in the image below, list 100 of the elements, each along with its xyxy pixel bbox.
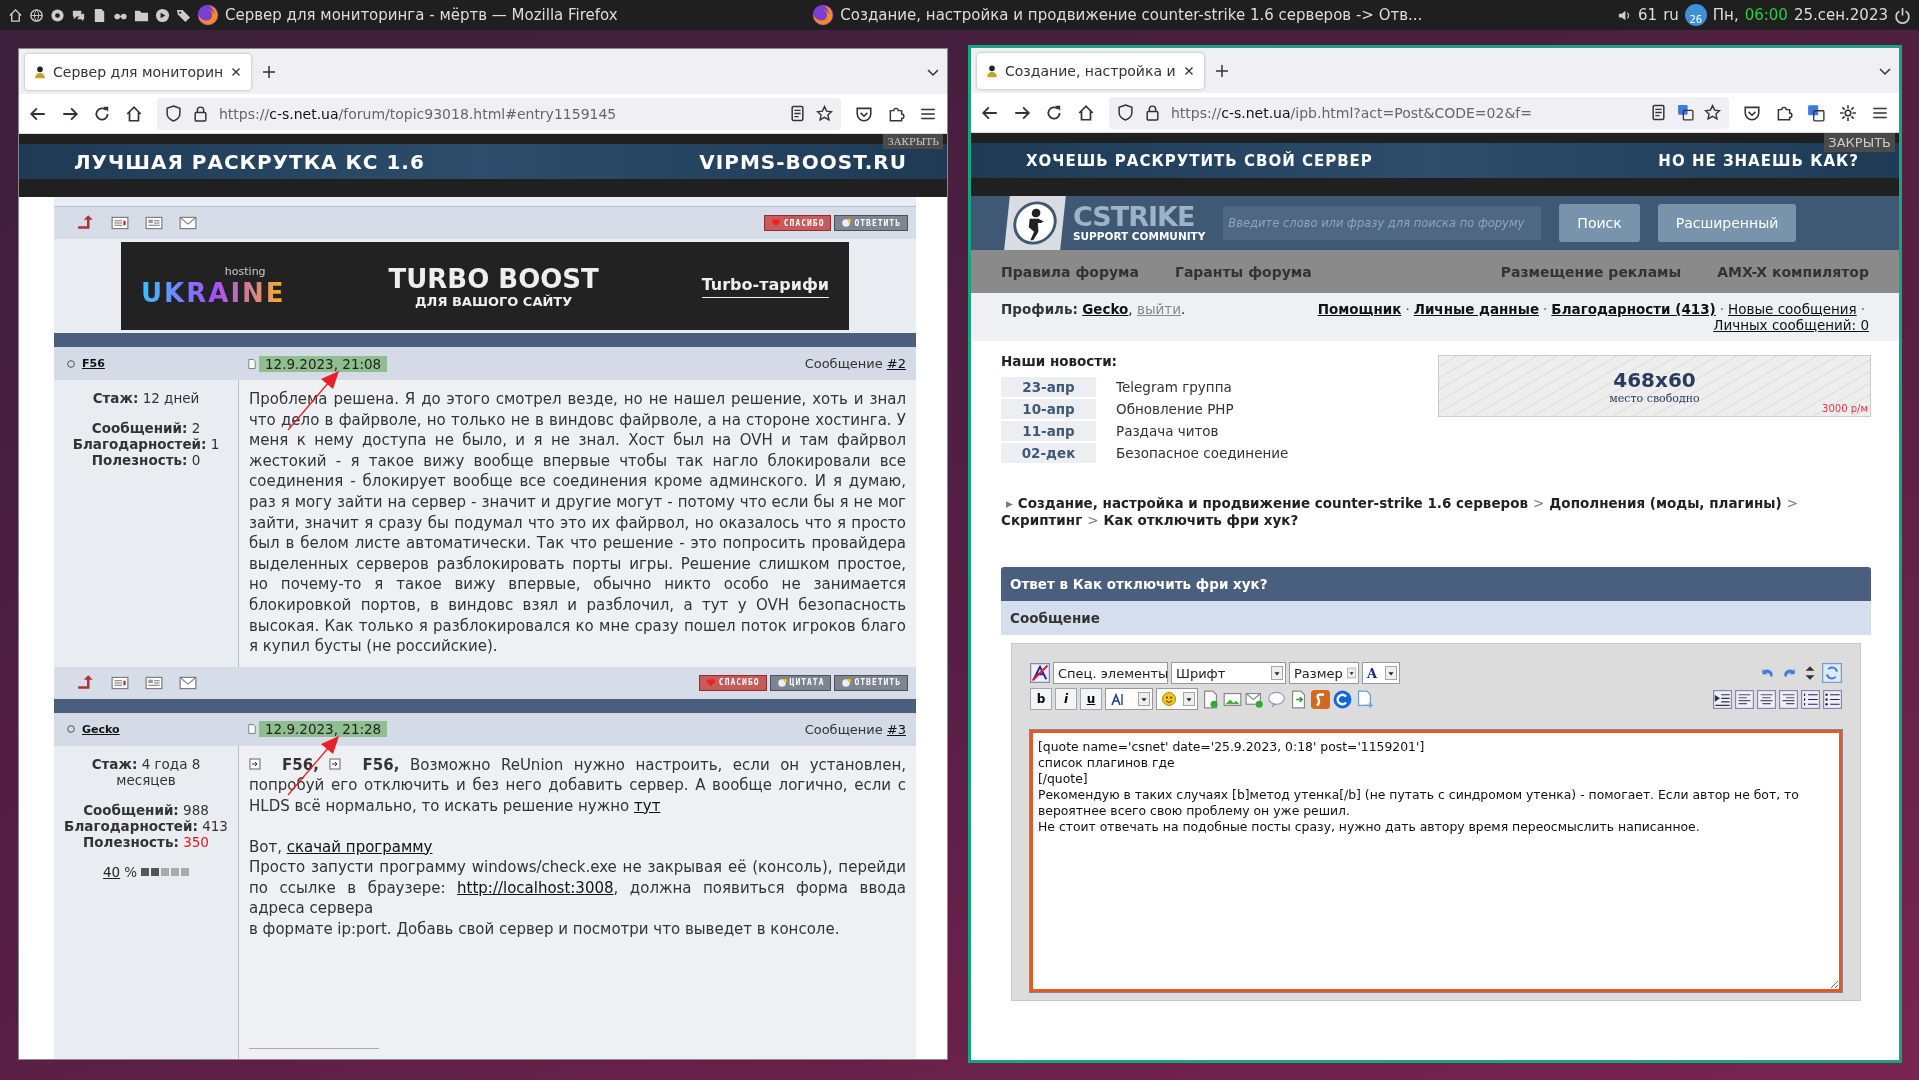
indent-icon[interactable]	[1713, 689, 1732, 709]
reload-icon[interactable]	[1045, 103, 1063, 122]
breadcrumb-link[interactable]: Создание, настройка и продвижение counter-strike 1.6 серверов	[1017, 495, 1529, 512]
file-icon[interactable]	[92, 7, 107, 23]
breadcrumb-link[interactable]: Дополнения (моды, плагины)	[1549, 495, 1782, 512]
arrow-box-icon[interactable]	[329, 757, 342, 770]
author-link[interactable]: F56	[82, 357, 105, 370]
profile-link[interactable]: Личных сообщений: 0	[1713, 317, 1869, 333]
smiley-dropdown[interactable]	[1156, 688, 1198, 710]
post-number-link[interactable]: #2	[886, 356, 906, 371]
speech-bubble-icon[interactable]	[1267, 689, 1286, 709]
news-link[interactable]: Безопасное соединение	[1096, 445, 1289, 461]
reply-button[interactable]: ОТВЕТИТЬ	[834, 674, 908, 691]
power-icon[interactable]	[1894, 6, 1911, 24]
breadcrumb-separator: >	[1087, 512, 1099, 529]
browser-icon[interactable]	[197, 4, 219, 26]
play-icon[interactable]	[155, 7, 170, 23]
nav-link[interactable]: AMX-X компилятор	[1717, 263, 1869, 280]
tag-icon[interactable]	[176, 7, 191, 23]
profile-link[interactable]: Новые сообщения	[1728, 301, 1857, 317]
address-bar[interactable]: https://c-s.net.ua/ipb.html?act=Post&CODE=02&f=	[1109, 96, 1729, 129]
news-link[interactable]: Раздача читов	[1096, 423, 1219, 439]
star-icon[interactable]	[816, 105, 833, 122]
reply-button[interactable]: ОТВЕТИТЬ	[834, 215, 908, 231]
shield-icon[interactable]	[165, 105, 182, 122]
caret-icon	[1183, 692, 1195, 706]
ad-placeholder[interactable]: 468x60 место свободно 3000 р/м	[1438, 355, 1871, 417]
arrow-box-icon[interactable]	[249, 757, 261, 770]
lock-icon[interactable]	[192, 105, 209, 122]
remove-format-icon[interactable]	[1030, 663, 1050, 683]
lock-icon[interactable]	[1144, 104, 1161, 121]
profile-link[interactable]: Помощник	[1317, 301, 1402, 317]
translate-icon[interactable]	[1807, 103, 1825, 122]
envelope-icon[interactable]	[178, 214, 198, 232]
font-color-dropdown[interactable]: A	[1362, 662, 1400, 684]
post-number-link[interactable]: #3	[886, 721, 906, 737]
browser-icon[interactable]	[812, 4, 835, 26]
profile-link[interactable]: Личные данные	[1413, 301, 1540, 317]
dropdown[interactable]: Спец. элементы	[1053, 662, 1168, 684]
profile-link[interactable]: Благодарности (413)	[1551, 301, 1716, 317]
arrow-up-icon[interactable]	[76, 673, 96, 692]
circle-icon	[66, 724, 76, 735]
shield-icon[interactable]	[1117, 104, 1134, 121]
text-link[interactable]: http://localhost:3008	[457, 878, 614, 897]
home-icon[interactable]	[1077, 103, 1095, 122]
window-title[interactable]: Создание, настройка и продвижение counter-strike 1.6 серверов -> Отв...	[840, 6, 1423, 24]
logo-emblem[interactable]	[1004, 196, 1066, 250]
hosting-ad[interactable]: hosting UKRAINE TURBO BOOST ДЛЯ ВАШОГО САЙТУ Turbo-тарифи	[121, 242, 849, 330]
ad-link[interactable]: Turbo-тарифи	[701, 274, 829, 298]
align-center-icon[interactable]	[1757, 689, 1776, 709]
card-icon[interactable]	[144, 214, 164, 232]
document-plus-icon[interactable]	[1201, 689, 1220, 709]
keyboard-layout[interactable]: ru	[1663, 6, 1679, 24]
numbered-list-icon[interactable]	[1801, 689, 1820, 709]
arrow-up-icon[interactable]	[76, 214, 96, 232]
quote-button[interactable]: ЦИТАТА	[769, 674, 832, 691]
ad-subline: ДЛЯ ВАШОГО САЙТУ	[415, 293, 573, 309]
align-right-icon[interactable]	[1779, 689, 1798, 709]
settings-icon[interactable]	[1839, 103, 1857, 122]
bold-button[interactable]: b	[1030, 688, 1052, 710]
thanks-button[interactable]: СПАСИБО	[763, 215, 832, 231]
breadcrumb-link[interactable]: Скриптинг	[1001, 512, 1083, 529]
thanks-button[interactable]: СПАСИБО	[698, 674, 767, 691]
author-link[interactable]: Gecko	[82, 722, 120, 736]
underline-button[interactable]: u	[1080, 688, 1102, 710]
bullet-list-icon[interactable]	[1823, 689, 1842, 709]
window-title[interactable]: Сервер для мониторинга - мёртв — Mozilla Firefox	[225, 6, 618, 24]
font-size-dropdown[interactable]	[1105, 688, 1153, 710]
document-icon[interactable]	[1650, 104, 1667, 121]
document-swap-icon[interactable]	[1355, 689, 1374, 709]
ad-price: 3000 р/м	[1822, 403, 1868, 414]
italic-button[interactable]: i	[1055, 688, 1077, 710]
document-arrow-icon[interactable]	[1289, 689, 1308, 709]
reputation-link[interactable]: 40	[103, 863, 121, 880]
message-field[interactable]: [quote name='csnet' date='25.9.2023, 0:18' post='1159201'] список плагинов где [/quote] Рекомендую в таких случаях [b]метод утенка[/b] (не путать с синдромом утенка) - помогает. Если автор не бот, то вероятнее всего свою проблему он уже решил. Не стоит отвечать на подобные посты сразу, нужно дать автору время переосмыслить написанное.	[1030, 730, 1842, 992]
text-link[interactable]: тут	[634, 796, 661, 815]
news-link[interactable]: Telegram группа	[1096, 379, 1232, 395]
username-link[interactable]: Gecko	[1082, 301, 1129, 317]
star-icon[interactable]	[1704, 104, 1721, 121]
align-left-icon[interactable]	[1735, 689, 1754, 709]
nav-link[interactable]: Правила форума	[1001, 263, 1139, 280]
circle-icon[interactable]	[50, 7, 65, 23]
breadcrumb-link[interactable]: Как отключить фри хук?	[1103, 512, 1299, 529]
dropdown[interactable]: Размер	[1289, 662, 1359, 684]
document-icon	[247, 357, 257, 370]
swirl-icon[interactable]	[1311, 689, 1330, 709]
document-icon[interactable]	[789, 105, 806, 122]
nav-link[interactable]: Гаранты форума	[1175, 263, 1312, 280]
ring-icon[interactable]	[1333, 689, 1352, 709]
text-link[interactable]: скачай программу	[286, 837, 433, 856]
translate-icon[interactable]	[1677, 104, 1694, 121]
card-icon[interactable]	[110, 214, 130, 232]
globe-icon[interactable]	[29, 7, 44, 23]
dropdown[interactable]: Шрифт	[1171, 662, 1286, 684]
search-field[interactable]: Введите слово или фразу для поиска по форуму	[1223, 206, 1542, 240]
news-link[interactable]: Обновление PHP	[1096, 401, 1234, 417]
browser-tab[interactable]: Создание, настройка и	[977, 52, 1204, 89]
nav-link[interactable]: Размещение рекламы	[1500, 263, 1682, 280]
close-ad-button[interactable]: ЗАКРЫТЬ	[1824, 133, 1895, 152]
new-tab-icon[interactable]	[1213, 62, 1230, 79]
